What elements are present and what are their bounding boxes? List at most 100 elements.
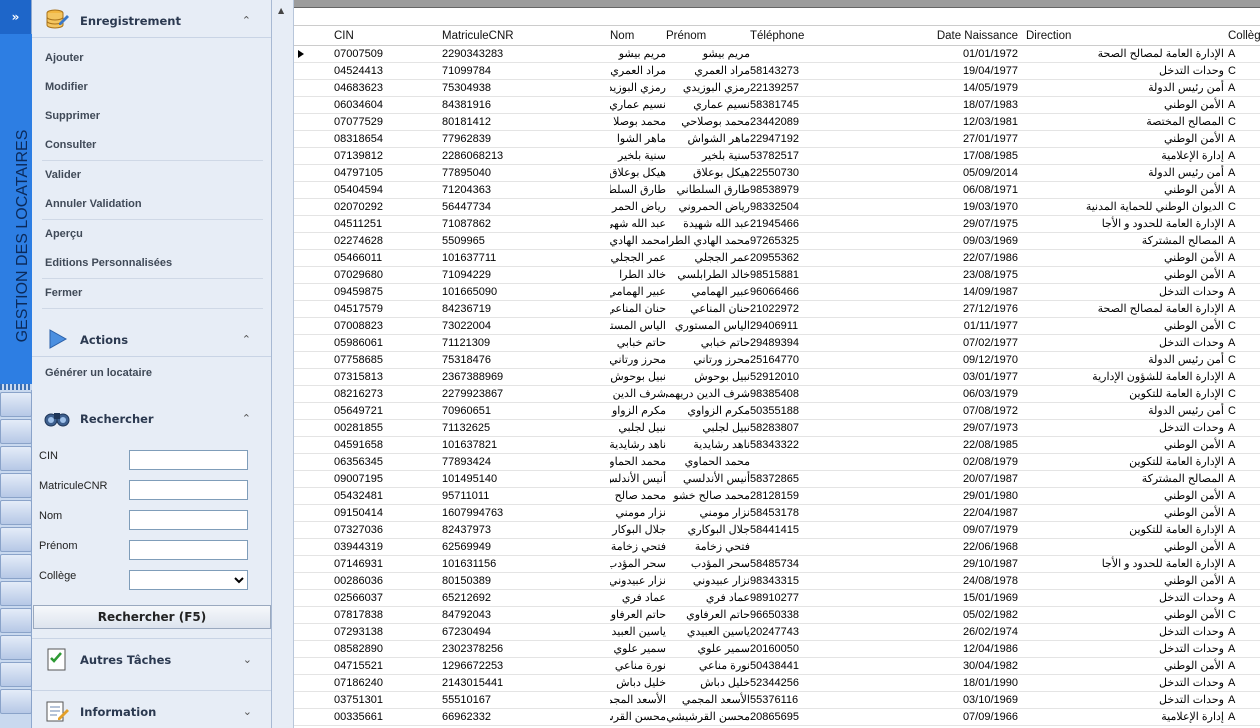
cell-matricule[interactable]: 77962839 [442,131,610,147]
cell-telephone[interactable]: 50438441 [750,658,830,674]
cell-telephone[interactable]: 20955362 [750,250,830,266]
cell-telephone[interactable]: 58485734 [750,556,830,572]
cell-date-naissance[interactable]: 15/01/1969 [830,590,1026,606]
table-row[interactable]: 08216273 2279923867 شرف الدين شرف الدين دري… [294,386,1260,403]
row-indicator[interactable] [294,267,332,283]
cell-telephone[interactable]: 52344256 [750,675,830,691]
cell-matricule[interactable]: 2143015441 [442,675,610,691]
cell-nom[interactable]: ماهر الشوا [610,131,666,147]
cell-direction[interactable]: الأمن الوطني [1026,131,1226,147]
navbar-button[interactable] [0,500,32,525]
cell-prenom[interactable]: أنيس الأندلسي [666,471,750,487]
row-indicator[interactable] [294,301,332,317]
cell-nom[interactable]: خليل دباش [610,675,666,691]
cell-college[interactable]: A [1226,437,1260,453]
cell-college[interactable]: A [1226,471,1260,487]
row-indicator[interactable] [294,352,332,368]
table-row[interactable]: 04715521 1296672253 نورة مناعي نورة مناعي 50… [294,658,1260,675]
cell-cin[interactable]: 07327036 [332,522,442,538]
row-indicator[interactable] [294,284,332,300]
cell-direction[interactable]: وحدات التدخل [1026,284,1226,300]
cell-date-naissance[interactable]: 09/07/1979 [830,522,1026,538]
cell-prenom[interactable]: ناهد رشايدية [666,437,750,453]
action-generer-locataire[interactable]: Générer un locataire [32,359,271,388]
cell-prenom[interactable]: عماد فري [666,590,750,606]
table-row[interactable]: 08582890 2302378256 سمير علوي سمير علوي 2016… [294,641,1260,658]
group-enregistrement[interactable]: Enregistrement ⌃ [32,0,271,38]
cell-date-naissance[interactable]: 01/01/1972 [830,46,1026,62]
group-rechercher[interactable]: Rechercher ⌃ [32,398,271,436]
column-header-prenom[interactable]: Prénom [666,26,750,45]
cell-prenom[interactable]: فتحي زخامة [666,539,750,555]
cell-cin[interactable]: 04797105 [332,165,442,181]
row-indicator[interactable] [294,522,332,538]
action-consulter[interactable]: Consulter [32,131,271,160]
cell-matricule[interactable]: 70960651 [442,403,610,419]
row-indicator[interactable] [294,97,332,113]
cell-nom[interactable]: نبيل بوحوش [610,369,666,385]
cell-cin[interactable]: 06356345 [332,454,442,470]
cell-nom[interactable]: حاتم العرفاو [610,607,666,623]
cell-date-naissance[interactable]: 06/03/1979 [830,386,1026,402]
cell-telephone[interactable]: 98343315 [750,573,830,589]
cell-cin[interactable]: 07817838 [332,607,442,623]
cell-college[interactable]: A [1226,641,1260,657]
row-indicator[interactable] [294,539,332,555]
cell-direction[interactable]: الإدارة العامة للحدود و الأجا [1026,216,1226,232]
table-row[interactable]: 07817838 84792043 حاتم العرفاو حاتم العرفاو… [294,607,1260,624]
cell-college[interactable]: C [1226,63,1260,79]
cell-nom[interactable]: عبد الله شهي [610,216,666,232]
cell-cin[interactable]: 03751301 [332,692,442,708]
cell-college[interactable]: A [1226,709,1260,725]
cell-nom[interactable]: محسن القرش [610,709,666,725]
cell-nom[interactable]: نورة مناعي [610,658,666,674]
cell-prenom[interactable]: خالد الطرابلسي [666,267,750,283]
cell-direction[interactable]: الإدارة العامة للحدود و الأجا [1026,556,1226,572]
cell-cin[interactable]: 05986061 [332,335,442,351]
cell-matricule[interactable]: 2286068213 [442,148,610,164]
cell-nom[interactable]: رمزي البوزيد [610,80,666,96]
cell-cin[interactable]: 09150414 [332,505,442,521]
cell-prenom[interactable]: محمد بوصلاحي [666,114,750,130]
table-row[interactable]: 07077529 80181412 محمد بوصلا محمد بوصلاحي 23… [294,114,1260,131]
cell-nom[interactable]: طارق السلطا [610,182,666,198]
cell-college[interactable]: A [1226,335,1260,351]
group-autres-taches[interactable]: Autres Tâches ⌄ [32,638,271,676]
cell-matricule[interactable]: 101637821 [442,437,610,453]
cell-matricule[interactable]: 71099784 [442,63,610,79]
cell-telephone[interactable]: 97265325 [750,233,830,249]
cell-direction[interactable]: إدارة الإعلامية [1026,148,1226,164]
cell-nom[interactable]: نزار مومني [610,505,666,521]
cell-prenom[interactable]: سمير علوي [666,641,750,657]
row-indicator[interactable] [294,641,332,657]
cell-nom[interactable]: محمد الهادي [610,233,666,249]
cell-cin[interactable]: 07029680 [332,267,442,283]
cell-cin[interactable]: 00335661 [332,709,442,725]
cell-prenom[interactable]: خليل دباش [666,675,750,691]
navbar-grip[interactable] [0,384,32,390]
cell-matricule[interactable]: 71087862 [442,216,610,232]
column-header-direction[interactable]: Direction [1026,26,1226,45]
cell-prenom[interactable]: سنية بلخير [666,148,750,164]
cell-nom[interactable]: أنيس الأندلس [610,471,666,487]
cell-cin[interactable]: 05466011 [332,250,442,266]
cell-date-naissance[interactable]: 09/12/1970 [830,352,1026,368]
cell-prenom[interactable]: نسيم عماري [666,97,750,113]
cell-direction[interactable]: الأمن الوطني [1026,539,1226,555]
cell-nom[interactable]: فتحي زخامة [610,539,666,555]
cell-nom[interactable]: مكرم الزواو [610,403,666,419]
cell-date-naissance[interactable]: 29/07/1973 [830,420,1026,436]
column-header-matricule[interactable]: MatriculeCNR [442,26,610,45]
navbar-button[interactable] [0,635,32,660]
cell-college[interactable]: A [1226,539,1260,555]
cell-date-naissance[interactable]: 29/01/1980 [830,488,1026,504]
cell-college[interactable]: A [1226,301,1260,317]
row-indicator[interactable] [294,709,332,725]
cell-cin[interactable]: 09007195 [332,471,442,487]
cell-matricule[interactable]: 71204363 [442,182,610,198]
cell-college[interactable]: A [1226,573,1260,589]
cell-direction[interactable]: الإدارة العامة للتكوين [1026,522,1226,538]
cell-college[interactable]: A [1226,658,1260,674]
cell-prenom[interactable]: محسن القرشيشي [666,709,750,725]
cell-telephone[interactable]: 29489394 [750,335,830,351]
